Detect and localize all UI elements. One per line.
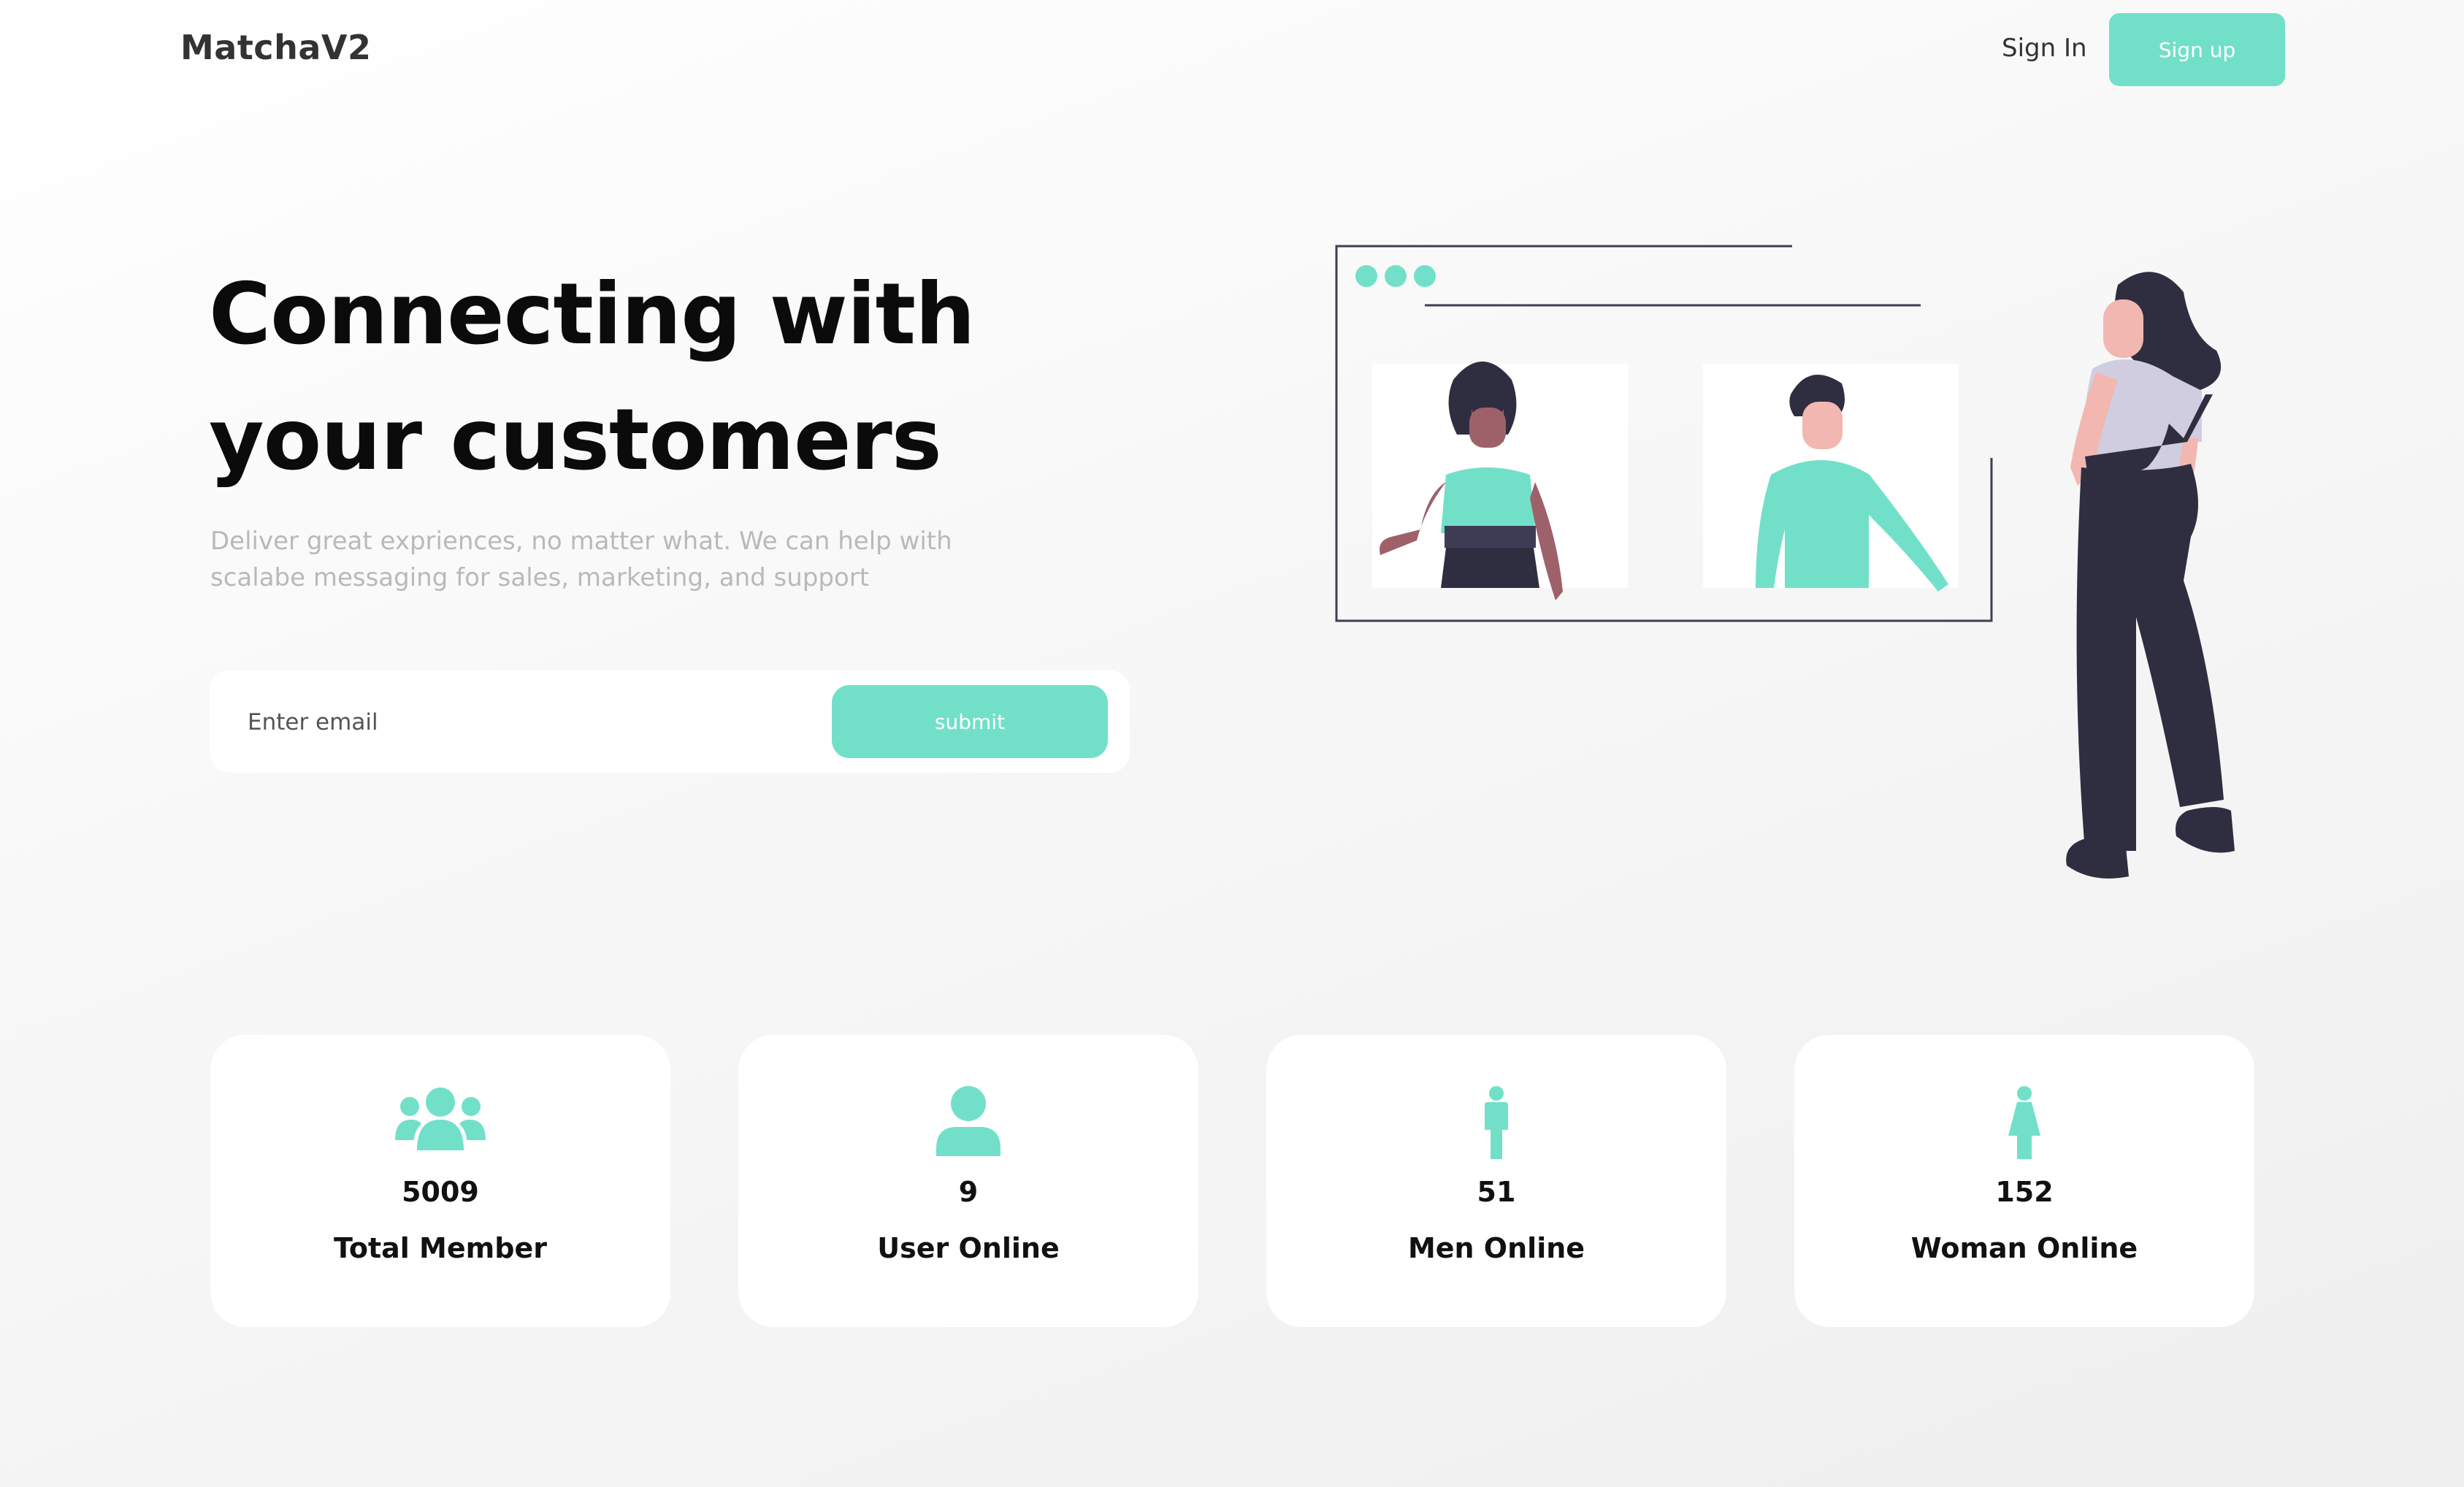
standing-woman-illustration (2066, 272, 2235, 879)
hero-subtitle: Deliver great expriences, no matter what… (210, 527, 952, 592)
stat-label: Men Online (1407, 1232, 1585, 1264)
submit-button[interactable]: submit (832, 685, 1108, 758)
user-icon (936, 1086, 1000, 1156)
stat-card-total-member: 5009 Total Member (210, 1035, 670, 1327)
email-form: submit (210, 670, 1130, 773)
female-icon (2008, 1086, 2040, 1159)
browser-window-illustration (1335, 245, 1993, 622)
logo[interactable]: MatchaV2 (180, 28, 371, 67)
users-group-icon (395, 1087, 486, 1150)
stat-label: Woman Online (1910, 1232, 2138, 1264)
stat-value: 152 (1995, 1176, 2054, 1208)
hero-title: Connecting with your customers (209, 265, 976, 489)
email-input[interactable] (246, 692, 804, 752)
stat-card-user-online: 9 User Online (738, 1035, 1198, 1327)
sign-up-button[interactable]: Sign up (2109, 13, 2285, 86)
hero-illustration (1335, 245, 2235, 879)
stat-label: Total Member (334, 1232, 547, 1264)
stat-value: 51 (1477, 1176, 1516, 1208)
stat-card-men-online: 51 Men Online (1266, 1035, 1726, 1327)
stat-value: 9 (958, 1176, 979, 1208)
stat-value: 5009 (402, 1176, 479, 1208)
male-icon (1485, 1086, 1508, 1159)
sign-in-link[interactable]: Sign In (2002, 34, 2087, 63)
stat-label: User Online (877, 1232, 1060, 1264)
stat-card-woman-online: 152 Woman Online (1794, 1035, 2254, 1327)
